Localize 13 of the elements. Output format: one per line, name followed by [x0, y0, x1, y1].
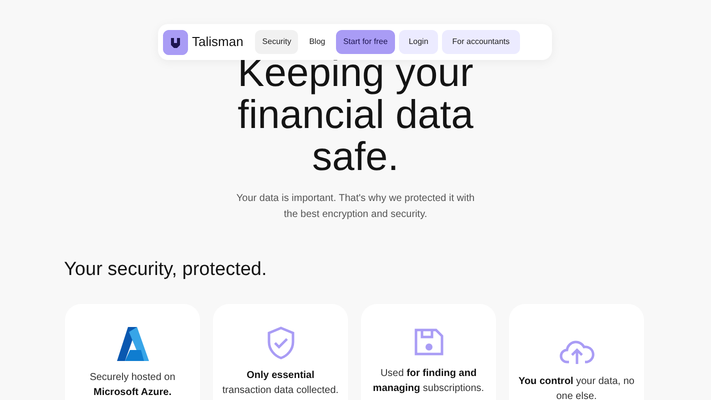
nav-button[interactable]: Login: [398, 30, 438, 54]
signup-button[interactable]: Start for free: [336, 30, 395, 54]
nav-button[interactable]: For accountants: [442, 30, 520, 54]
hero-subtitle: Your data is important. That's why we protected it with the best encryption and security.: [235, 192, 476, 222]
feature-text: Used for finding and managing subscriptions.: [372, 366, 486, 396]
hero-heading: Keeping your financial data safe.: [236, 52, 474, 178]
feature-text: Only essential transaction data collected.: [221, 368, 340, 398]
nav-button[interactable]: Security: [255, 30, 298, 54]
nav-button[interactable]: Blog: [302, 30, 332, 54]
feature-text: You control your data, no one else.: [518, 374, 636, 400]
feature-text: Securely hosted on Microsoft Azure.: [88, 370, 176, 400]
section-heading: Your security, protected.: [64, 259, 268, 282]
brand-name[interactable]: Talisman: [192, 32, 244, 52]
